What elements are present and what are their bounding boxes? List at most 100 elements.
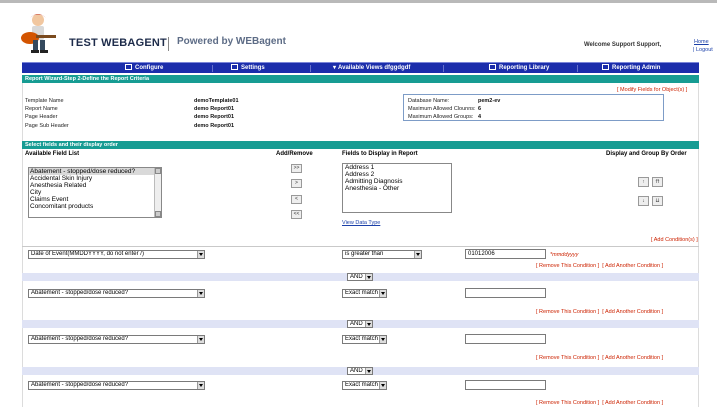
move-bottom-button[interactable]: ⇊ [652,196,663,206]
report-name-value: demo Report01 [194,106,235,112]
scroll-up-icon[interactable] [155,168,161,174]
condition-operator-select[interactable]: Exact match [342,289,387,298]
move-top-button[interactable]: ⇈ [652,177,663,187]
nav-configure[interactable]: Configure [125,64,163,71]
powered-by-label: Powered by WEBagent [177,36,286,47]
list-item[interactable]: Concomitant products [29,203,161,210]
list-item[interactable]: City [29,189,161,196]
remove-condition-link[interactable]: [ Remove This Condition ] [536,263,599,269]
condition-field-select[interactable]: Abatement - stopped/dose reduced? [28,335,205,344]
list-item[interactable]: Abatement - stopped/dose reduced? [29,168,161,175]
logic-operator-select[interactable]: AND [347,320,373,328]
remove-button[interactable]: < [291,195,302,204]
home-link[interactable]: Home [694,39,709,45]
condition-value-input[interactable]: 01012006 [465,249,546,259]
page-header-label: Page Header [25,114,58,120]
condition-operator-select[interactable]: Exact match [342,335,387,344]
move-down-button[interactable]: ↓ [638,196,649,206]
condition-field-value: Abatement - stopped/dose reduced? [31,290,129,296]
chevron-down-icon[interactable] [414,251,421,258]
welcome-text: Welcome Support Support, [584,42,662,48]
database-name-value: pem2-ev [478,98,501,104]
chevron-down-icon[interactable] [197,251,204,258]
condition-value-input[interactable] [465,288,546,298]
chevron-down-icon[interactable] [197,382,204,389]
logout-link[interactable]: | Logout [693,47,713,53]
list-item[interactable]: Claims Event [29,196,161,203]
nav-settings[interactable]: Settings [231,64,265,71]
condition-operator-value: Exact match [345,290,379,296]
condition-actions: [ Remove This Condition ] [ Add Another … [536,355,663,361]
add-conditions-link[interactable]: [ Add Condition(s) ] [651,237,698,243]
list-scrollbar[interactable] [154,168,161,217]
remove-all-button[interactable]: << [291,210,302,219]
remove-condition-link[interactable]: [ Remove This Condition ] [536,355,599,361]
tools-icon [602,64,609,70]
condition-operator-select[interactable]: Exact match [342,381,387,390]
condition-field-select[interactable]: Abatement - stopped/dose reduced? [28,289,205,298]
tools-icon [125,64,132,70]
add-another-condition-link[interactable]: [ Add Another Condition ] [602,263,663,269]
condition-operator-value: Exact match [345,336,379,342]
available-field-list[interactable]: Abatement - stopped/dose reduced? Accide… [28,167,162,218]
logic-operator-select[interactable]: AND [347,367,373,375]
list-item[interactable]: Anesthesia Related [29,182,161,189]
settings-icon [231,64,238,70]
chevron-down-icon[interactable] [379,382,386,389]
chevron-down-icon[interactable] [365,274,372,280]
nav-settings-label: Settings [241,65,265,71]
logic-operator-select[interactable]: AND [347,273,373,281]
page-sub-header-value: demo Report01 [194,123,235,129]
library-icon [489,64,496,70]
move-up-button[interactable]: ↑ [638,177,649,187]
nav-reporting-library[interactable]: Reporting Library [489,64,549,71]
list-item[interactable]: Address 2 [343,171,451,178]
list-item[interactable]: Anesthesia - Other [343,185,451,192]
chevron-down-icon[interactable] [379,290,386,297]
chevron-down-icon[interactable] [197,336,204,343]
display-group-order-label: Display and Group By Order [606,151,687,157]
nav-separator [577,65,578,72]
add-all-button[interactable]: >> [291,164,302,173]
report-name-label: Report Name [25,106,58,112]
condition-actions: [ Remove This Condition ] [ Add Another … [536,400,663,406]
modify-fields-link[interactable]: [ Modify Fields for Object(s) ] [617,87,687,93]
title-separator [168,37,169,51]
add-another-condition-link[interactable]: [ Add Another Condition ] [602,400,663,406]
chevron-down-icon[interactable] [365,368,372,374]
add-another-condition-link[interactable]: [ Add Another Condition ] [602,355,663,361]
remove-condition-link[interactable]: [ Remove This Condition ] [536,400,599,406]
view-data-type-link[interactable]: View Data Type [342,220,380,226]
fields-to-display-list[interactable]: Address 1 Address 2 Admitting Diagnosis … [342,163,452,213]
add-button[interactable]: > [291,179,302,188]
nav-reporting-admin[interactable]: Reporting Admin [602,64,660,71]
add-remove-label: Add/Remove [276,151,313,157]
add-another-condition-link[interactable]: [ Add Another Condition ] [602,309,663,315]
max-columns-value: 6 [478,106,482,112]
nav-separator [443,65,444,72]
condition-field-value: Date of Event(MMDDYYYY, do not enter /) [31,251,144,257]
nav-configure-label: Configure [135,65,164,71]
condition-field-value: Abatement - stopped/dose reduced? [31,382,129,388]
page-header-value: demo Report01 [194,114,235,120]
chevron-down-icon[interactable] [379,336,386,343]
list-item[interactable]: Admitting Diagnosis [343,178,451,185]
step-title-bar: Report Wizard-Step 2-Define the Report C… [22,75,699,83]
remove-condition-link[interactable]: [ Remove This Condition ] [536,309,599,315]
nav-available-views-label: Available Views dfggdgdf [338,65,411,71]
date-format-hint: *mmddyyyy [550,252,579,258]
nav-available-views[interactable]: ▾ Available Views dfggdgdf [333,64,410,71]
condition-value-input[interactable] [465,334,546,344]
list-item[interactable]: Accidental Skin Injury [29,175,161,182]
page-sub-header-label: Page Sub Header [25,123,69,129]
condition-value-input[interactable] [465,380,546,390]
condition-operator-select[interactable]: is greater than [342,250,422,259]
chevron-down-icon[interactable] [197,290,204,297]
scroll-down-icon[interactable] [155,211,161,217]
list-item[interactable]: Address 1 [343,164,451,171]
condition-field-select[interactable]: Date of Event(MMDDYYYY, do not enter /) [28,250,205,259]
available-field-list-label: Available Field List [25,151,80,157]
max-groups-value: 4 [478,114,482,120]
chevron-down-icon[interactable] [365,321,372,327]
condition-field-select[interactable]: Abatement - stopped/dose reduced? [28,381,205,390]
